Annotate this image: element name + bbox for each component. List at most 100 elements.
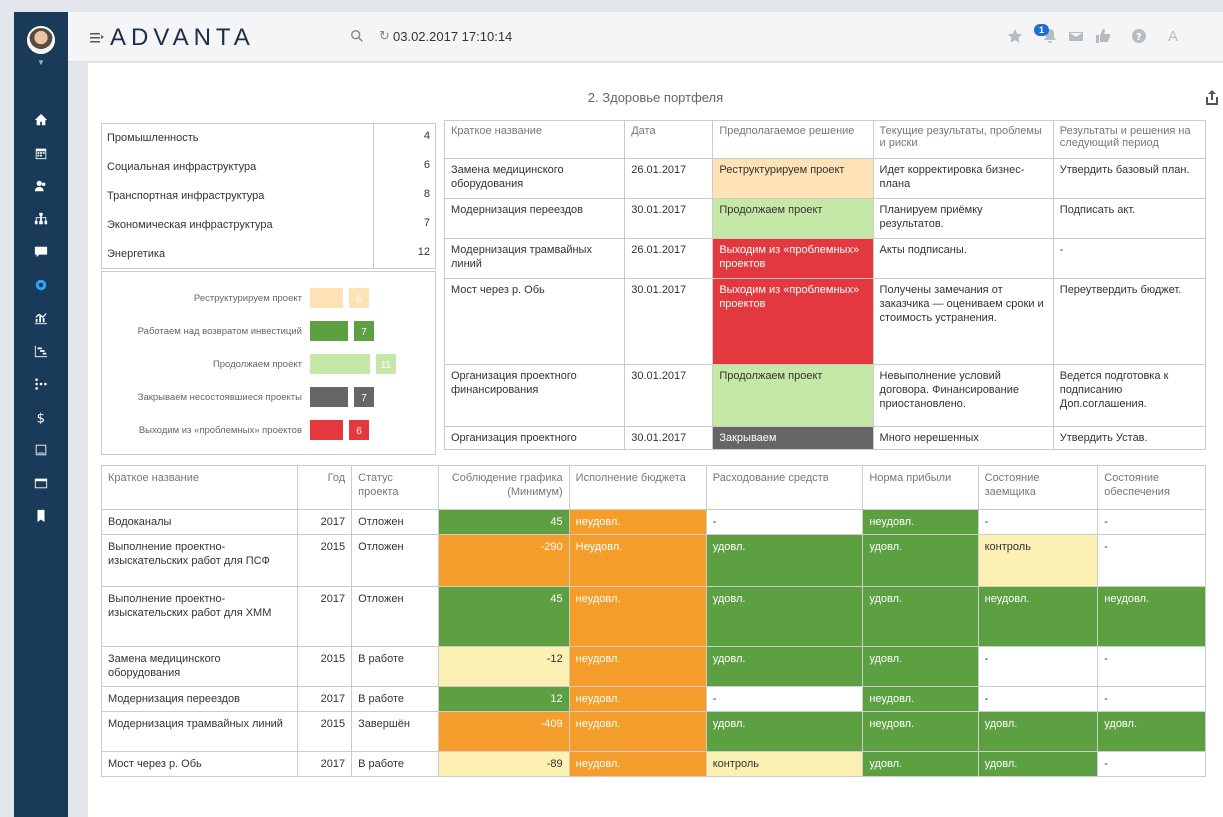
column-header[interactable]: Результаты и решения на следующий период bbox=[1052, 120, 1207, 159]
chart-bar[interactable] bbox=[310, 420, 343, 440]
avatar[interactable] bbox=[27, 26, 55, 54]
table-row[interactable]: Выполнение проектно-изыскательских работ… bbox=[101, 534, 1206, 587]
decision-cell: Реструктурируем проект bbox=[712, 158, 874, 199]
report-icon[interactable] bbox=[14, 437, 68, 463]
sidebar: ▼ $ bbox=[14, 12, 68, 817]
chevron-down-icon[interactable]: ▼ bbox=[37, 58, 45, 67]
category-row[interactable]: Транспортная инфраструктура 8 bbox=[102, 181, 436, 211]
table-row[interactable]: Модернизация трамвайных линий 2015 Завершё… bbox=[101, 711, 1206, 752]
column-header[interactable]: Норма прибыли bbox=[862, 465, 979, 510]
schedule-cell: -89 bbox=[438, 751, 570, 777]
spending-cell: удовл. bbox=[705, 711, 864, 752]
profit-cell: неудовл. bbox=[862, 711, 979, 752]
column-header[interactable]: Год bbox=[296, 465, 353, 510]
thumbs-up-icon[interactable] bbox=[1095, 28, 1111, 47]
export-icon[interactable] bbox=[1205, 89, 1219, 105]
category-row[interactable]: Экономическая инфраструктура 7 bbox=[102, 210, 436, 240]
chart-category-label: Работаем над возвратом инвестиций bbox=[138, 326, 302, 337]
chart-bar[interactable] bbox=[310, 387, 348, 407]
table-row[interactable]: Модернизация переездов 30.01.2017 Продолжа… bbox=[443, 198, 1207, 239]
column-header[interactable]: Расходование средств bbox=[705, 465, 864, 510]
project-name: Модернизация трамвайных линий bbox=[101, 711, 298, 752]
table-row[interactable]: Мост через р. Обь 30.01.2017 Выходим из «п… bbox=[443, 278, 1207, 365]
budget-cell: неудовл. bbox=[568, 711, 707, 752]
column-header[interactable]: Текущие результаты, проблемы и риски bbox=[872, 120, 1054, 159]
table-row[interactable]: Выполнение проектно-изыскательских работ… bbox=[101, 586, 1206, 647]
borrower-cell: - bbox=[977, 686, 1099, 712]
dots-icon[interactable] bbox=[14, 371, 68, 397]
window-icon[interactable] bbox=[14, 470, 68, 496]
project-year: 2017 bbox=[296, 686, 353, 712]
column-header[interactable]: Краткое название bbox=[443, 120, 626, 159]
category-name: Социальная инфраструктура bbox=[107, 161, 257, 173]
analytics-icon[interactable] bbox=[14, 305, 68, 331]
decision-cell: Выходим из «проблемных» проектов bbox=[712, 238, 874, 279]
next-period-cell: Подписать акт. bbox=[1052, 198, 1207, 239]
column-header[interactable]: Предполагаемое решение bbox=[712, 120, 874, 159]
project-name: Модернизация переездов bbox=[443, 198, 626, 239]
project-year: 2015 bbox=[296, 646, 353, 687]
budget-cell: Неудовл. bbox=[568, 534, 707, 587]
dollar-icon[interactable]: $ bbox=[14, 404, 68, 430]
chart-category-label: Закрываем несостоявшиеся проекты bbox=[138, 392, 302, 403]
column-header[interactable]: Дата bbox=[624, 120, 714, 159]
main-content: 2. Здоровье портфеля Промышленность 4 Соци… bbox=[88, 63, 1223, 817]
chart-bar[interactable] bbox=[310, 321, 348, 341]
gantt-icon[interactable] bbox=[14, 338, 68, 364]
table-row[interactable]: Мост через р. Обь 2017 В работе -89 неудовл.… bbox=[101, 751, 1206, 777]
profit-cell: удовл. bbox=[862, 534, 979, 587]
table-row[interactable]: Модернизация трамвайных линий 26.01.2017 В… bbox=[443, 238, 1207, 279]
table-row[interactable]: Водоканалы 2017 Отложен 45 неудовл. - неудовл.… bbox=[101, 509, 1206, 535]
column-header[interactable]: Состояние заемщика bbox=[977, 465, 1099, 510]
svg-text:?: ? bbox=[1136, 32, 1142, 43]
schedule-cell: -409 bbox=[438, 711, 570, 752]
table-row[interactable]: Замена медицинского оборудования 26.01.20… bbox=[443, 158, 1207, 199]
next-period-cell: Утвердить Устав. bbox=[1052, 426, 1207, 450]
table-row[interactable]: Модернизация переездов 2017 В работе 12 неуд… bbox=[101, 686, 1206, 712]
decision-cell: Продолжаем проект bbox=[712, 198, 874, 239]
help-icon[interactable]: ? bbox=[1131, 28, 1147, 47]
svg-text:$: $ bbox=[37, 411, 45, 424]
search-icon[interactable] bbox=[350, 29, 364, 43]
bookmark-icon[interactable] bbox=[14, 503, 68, 529]
home-icon[interactable] bbox=[14, 107, 68, 133]
table-row[interactable]: Организация проектного 30.01.2017 Закрывае… bbox=[443, 426, 1207, 450]
mail-icon[interactable] bbox=[1068, 28, 1084, 47]
star-icon[interactable] bbox=[1007, 28, 1023, 47]
project-name: Замена медицинского оборудования bbox=[443, 158, 626, 199]
collateral-cell: неудовл. bbox=[1097, 586, 1206, 647]
borrower-cell: - bbox=[977, 509, 1099, 535]
chart-bar[interactable] bbox=[310, 288, 343, 308]
app-logo[interactable]: ADVANTA bbox=[110, 24, 255, 52]
column-header[interactable]: Краткое название bbox=[101, 465, 298, 510]
calendar-icon[interactable] bbox=[14, 140, 68, 166]
hierarchy-icon[interactable] bbox=[14, 206, 68, 232]
table-row[interactable]: Организация проектного финансирования 30.… bbox=[443, 364, 1207, 427]
users-icon[interactable] bbox=[14, 173, 68, 199]
column-header[interactable]: Исполнение бюджета bbox=[568, 465, 707, 510]
table-row[interactable]: Замена медицинского оборудования 2015 В ра… bbox=[101, 646, 1206, 687]
project-status: Отложен bbox=[351, 534, 440, 587]
category-row[interactable]: Энергетика 12 bbox=[102, 239, 436, 269]
column-header[interactable]: Статус проекта bbox=[351, 465, 440, 510]
menu-icon[interactable] bbox=[90, 31, 104, 43]
category-row[interactable]: Промышленность 4 bbox=[102, 123, 436, 153]
project-date: 26.01.2017 bbox=[624, 158, 714, 199]
profit-cell: неудовл. bbox=[862, 686, 979, 712]
project-name: Водоканалы bbox=[101, 509, 298, 535]
column-header[interactable]: Состояние обеспечения bbox=[1097, 465, 1206, 510]
translate-icon[interactable]: A bbox=[1168, 28, 1178, 45]
chart-category-label: Выходим из «проблемных» проектов bbox=[139, 425, 302, 436]
decision-cell: Закрываем bbox=[712, 426, 874, 450]
refresh-icon[interactable]: ↻ bbox=[379, 28, 390, 44]
results-cell: Невыполнение условий договора. Финансиро… bbox=[872, 364, 1054, 427]
category-row[interactable]: Социальная инфраструктура 6 bbox=[102, 152, 436, 182]
results-cell: Много нерешенных bbox=[872, 426, 1054, 450]
project-date: 30.01.2017 bbox=[624, 278, 714, 365]
topbar: ADVANTA ↻ 03.02.2017 17:10:14 1 ? A bbox=[68, 12, 1223, 62]
chart-bar[interactable] bbox=[310, 354, 370, 374]
portfolio-icon[interactable] bbox=[14, 272, 68, 298]
spending-cell: - bbox=[705, 509, 864, 535]
column-header[interactable]: Соблюдение графика (Минимум) bbox=[438, 465, 570, 510]
chat-icon[interactable] bbox=[14, 239, 68, 265]
